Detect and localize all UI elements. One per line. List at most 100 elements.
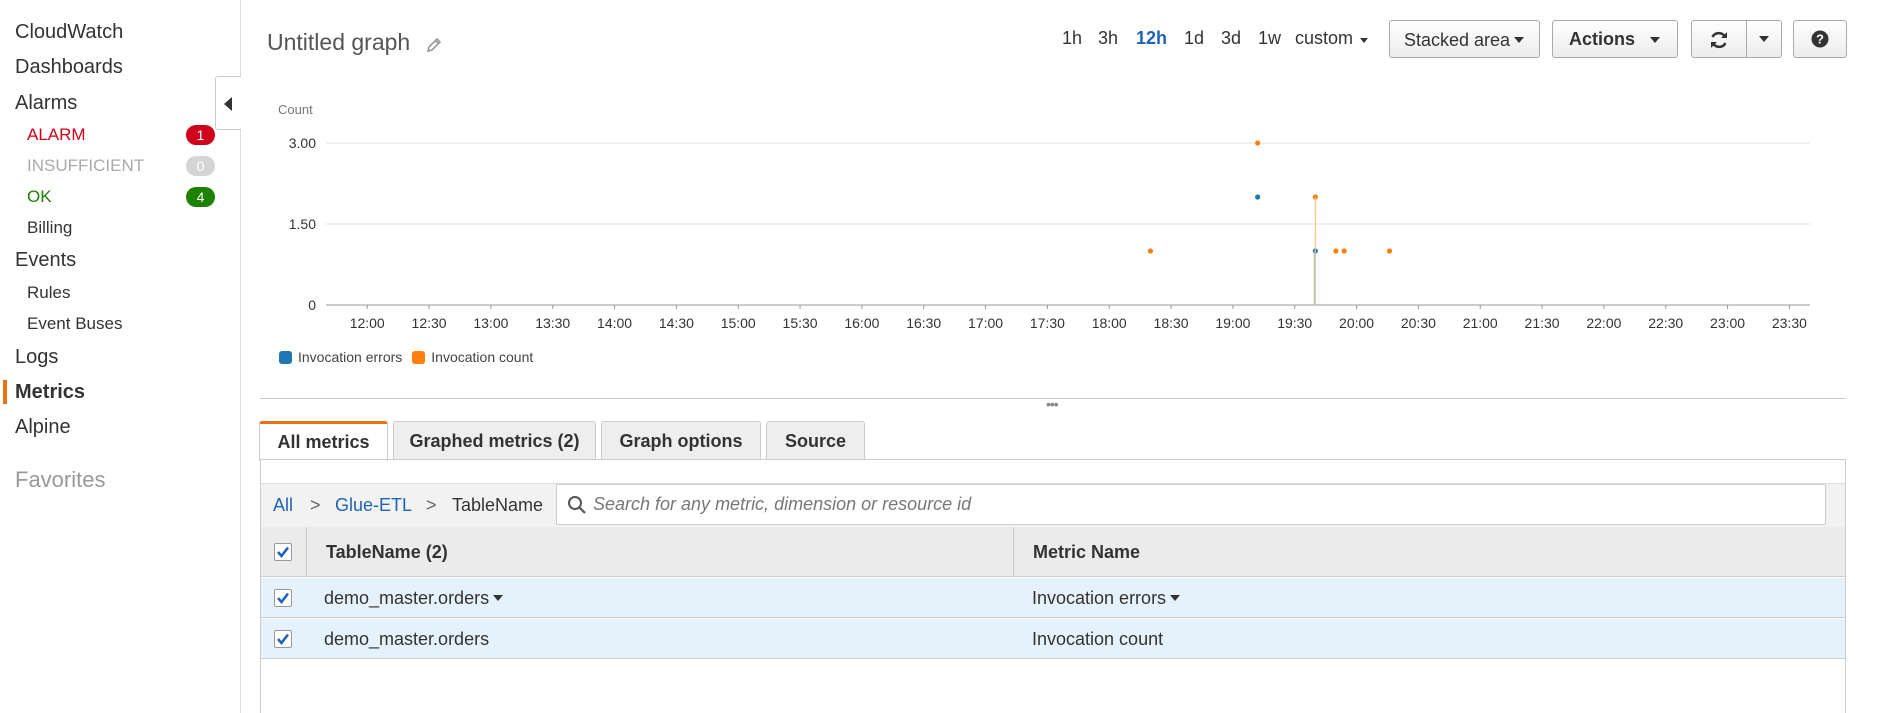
checkmark-icon <box>277 633 290 646</box>
chevron-down-icon[interactable] <box>493 595 504 602</box>
legend-item[interactable]: Invocation count <box>412 349 533 365</box>
x-tick-label: 15:30 <box>783 315 818 331</box>
help-button[interactable]: ? <box>1793 20 1847 58</box>
x-tick-label: 16:00 <box>844 315 879 331</box>
row-checkbox[interactable] <box>274 630 292 648</box>
breadcrumb-namespace[interactable]: Glue-ETL <box>335 495 412 516</box>
custom-range-caret-icon[interactable] <box>1360 38 1368 43</box>
tab-graph-options[interactable]: Graph options <box>601 421 761 459</box>
legend-label: Invocation count <box>431 349 534 365</box>
search-input[interactable] <box>593 485 1813 524</box>
cell-metric[interactable]: Invocation errors <box>1032 588 1181 609</box>
sidebar-item-event-buses[interactable]: Event Buses <box>27 314 122 334</box>
active-item-marker <box>3 380 7 404</box>
cell-tablename[interactable]: demo_master.orders <box>324 629 489 650</box>
range-1w[interactable]: 1w <box>1258 28 1281 49</box>
ok-count-badge: 4 <box>186 187 215 207</box>
tab-graphed-metrics[interactable]: Graphed metrics (2) <box>393 421 596 459</box>
chevron-down-icon <box>1514 37 1524 43</box>
sidebar-item-dashboards[interactable]: Dashboards <box>15 56 123 79</box>
sidebar-item-rules[interactable]: Rules <box>27 283 70 303</box>
sidebar-item-cloudwatch[interactable]: CloudWatch <box>15 21 123 44</box>
chevron-down-icon[interactable] <box>1170 595 1181 602</box>
sidebar-item-alarm[interactable]: ALARM <box>27 125 86 145</box>
search-icon <box>568 496 586 514</box>
sidebar-item-favorites[interactable]: Favorites <box>15 467 105 493</box>
alarm-count-badge: 1 <box>186 125 215 145</box>
search-box[interactable] <box>556 484 1826 525</box>
x-tick-label: 17:30 <box>1030 315 1065 331</box>
legend-swatch <box>412 350 426 364</box>
sidebar-item-metrics[interactable]: Metrics <box>15 381 85 404</box>
data-point <box>1255 194 1261 200</box>
graph-type-dropdown[interactable]: Stacked area <box>1389 20 1540 58</box>
insufficient-count-badge: 0 <box>186 156 215 176</box>
checkmark-icon <box>277 546 290 559</box>
pencil-icon[interactable] <box>425 36 443 54</box>
data-point <box>1333 248 1339 254</box>
actions-dropdown[interactable]: Actions <box>1552 20 1678 58</box>
graph-title[interactable]: Untitled graph <box>267 29 410 56</box>
range-custom[interactable]: custom <box>1295 28 1353 49</box>
x-tick-label: 12:00 <box>350 315 385 331</box>
cell-tablename[interactable]: demo_master.orders <box>324 588 504 609</box>
column-header-tablename[interactable]: TableName (2) <box>326 542 448 563</box>
cell-metric[interactable]: Invocation count <box>1032 629 1163 650</box>
legend-swatch <box>279 350 292 364</box>
sidebar-item-ok[interactable]: OK <box>27 187 52 207</box>
sidebar-item-alpine[interactable]: Alpine <box>15 416 71 439</box>
x-tick-label: 15:00 <box>721 315 756 331</box>
column-divider <box>306 527 307 576</box>
range-12h[interactable]: 12h <box>1136 28 1167 49</box>
table-row[interactable]: demo_master.orders Invocation errors <box>261 578 1845 618</box>
column-header-metric-name[interactable]: Metric Name <box>1033 542 1140 563</box>
x-tick-label: 17:00 <box>968 315 1003 331</box>
y-tick-label: 1.50 <box>289 216 316 232</box>
data-point <box>1147 248 1154 254</box>
x-tick-label: 22:30 <box>1648 315 1683 331</box>
sidebar-item-logs[interactable]: Logs <box>15 346 58 369</box>
x-tick-label: 12:30 <box>412 315 447 331</box>
tab-source[interactable]: Source <box>766 421 865 459</box>
range-1d[interactable]: 1d <box>1184 28 1204 49</box>
metrics-chart: Count 0 1.50 3.00 12:00 12:30 13:00 13:30 14:00 1… <box>278 102 1810 331</box>
collapse-sidebar-button[interactable] <box>215 76 241 130</box>
chart-legend: Invocation errors Invocation count <box>279 349 543 367</box>
range-3h[interactable]: 3h <box>1098 28 1118 49</box>
x-tick-label: 20:00 <box>1339 315 1374 331</box>
sidebar-item-events[interactable]: Events <box>15 249 76 272</box>
legend-item[interactable]: Invocation errors <box>279 349 402 365</box>
x-tick-label: 14:30 <box>659 315 694 331</box>
range-3d[interactable]: 3d <box>1221 28 1241 49</box>
chevron-down-icon <box>1650 37 1660 43</box>
resize-handle-icon[interactable]: ••• <box>1046 397 1059 411</box>
graph-type-label: Stacked area <box>1404 30 1511 50</box>
cell-metric-text: Invocation errors <box>1032 588 1167 608</box>
x-tick-label: 23:00 <box>1710 315 1745 331</box>
table-row[interactable]: demo_master.orders Invocation count <box>261 619 1845 659</box>
x-tick-label: 22:00 <box>1586 315 1621 331</box>
y-tick-label: 3.00 <box>289 135 316 151</box>
range-1h[interactable]: 1h <box>1062 28 1082 49</box>
cell-tablename-text: demo_master.orders <box>324 588 490 608</box>
svg-text:?: ? <box>1816 32 1824 47</box>
sidebar-item-billing[interactable]: Billing <box>27 218 72 238</box>
data-point <box>1255 140 1261 146</box>
breadcrumb-all[interactable]: All <box>273 495 293 516</box>
refresh-button[interactable] <box>1691 20 1747 58</box>
refresh-interval-dropdown[interactable] <box>1746 20 1782 58</box>
help-icon: ? <box>1811 30 1829 48</box>
tab-all-metrics[interactable]: All metrics <box>259 421 388 461</box>
x-tick-label: 19:00 <box>1215 315 1250 331</box>
actions-label: Actions <box>1569 29 1636 49</box>
x-tick-label: 18:00 <box>1092 315 1127 331</box>
data-point <box>1386 248 1393 254</box>
row-checkbox[interactable] <box>274 589 292 607</box>
sidebar-item-insufficient[interactable]: INSUFFICIENT <box>27 156 144 176</box>
x-tick-label: 21:30 <box>1525 315 1560 331</box>
breadcrumb-dimension: TableName <box>452 495 544 515</box>
y-axis-label: Count <box>278 102 313 117</box>
select-all-checkbox[interactable] <box>274 543 292 561</box>
x-tick-label: 19:30 <box>1277 315 1312 331</box>
sidebar-item-alarms[interactable]: Alarms <box>15 92 77 115</box>
